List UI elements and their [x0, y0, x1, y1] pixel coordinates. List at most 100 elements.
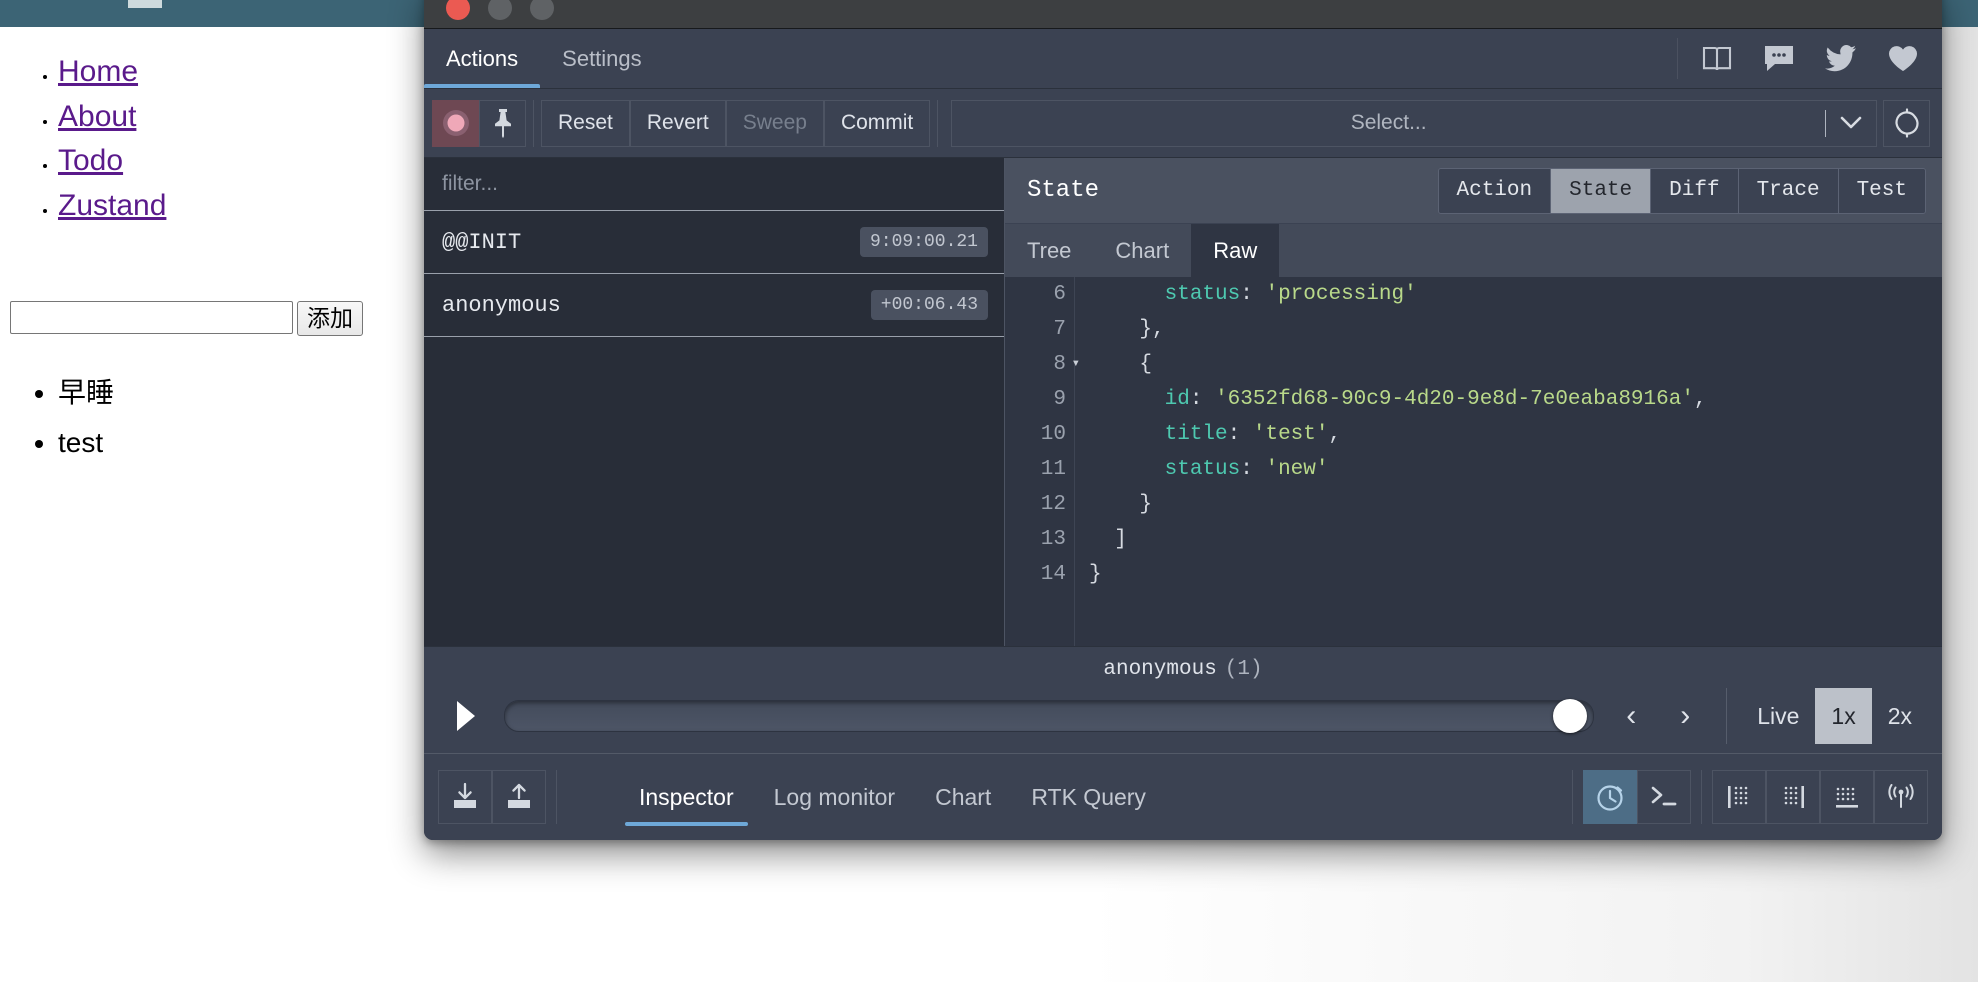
slider-controls-row: ‹ › Live 1x 2x: [424, 687, 1942, 753]
nav-item: Home: [58, 55, 166, 89]
tab-trace[interactable]: Trace: [1738, 168, 1839, 213]
close-window-button[interactable]: [446, 0, 470, 20]
code-token: 'new': [1265, 458, 1329, 481]
tab-actions[interactable]: Actions: [424, 29, 541, 88]
code-token: '6352fd68-90c9-4d20-9e8d-7e0eaba8916a': [1215, 388, 1694, 411]
tab-settings[interactable]: Settings: [540, 29, 664, 88]
code-token: :: [1189, 388, 1216, 411]
monitor-select-value: Select...: [1350, 111, 1427, 134]
prev-action-button[interactable]: ‹: [1604, 693, 1658, 739]
devtools-toolbar: Reset Revert Sweep Commit Select...: [424, 89, 1942, 158]
top-tab-group: Actions Settings: [424, 29, 664, 88]
state-raw-viewer[interactable]: 6 7 8 ▾ 9 10 11 12 13 14 status: 'processing' }, …: [1005, 277, 1942, 646]
subtab-chart[interactable]: Chart: [1093, 224, 1191, 277]
dock-left-icon[interactable]: [1712, 770, 1766, 824]
nav-link-home[interactable]: Home: [58, 55, 138, 88]
line-number-gutter: 6 7 8 ▾ 9 10 11 12 13 14: [1005, 277, 1080, 646]
timer-icon[interactable]: [1583, 770, 1637, 824]
reset-button[interactable]: Reset: [541, 99, 630, 147]
toolbar-separator: [533, 99, 534, 147]
toolbar-separator: [937, 99, 939, 147]
action-name: @@INIT: [442, 229, 522, 255]
revert-button[interactable]: Revert: [629, 99, 726, 147]
minimize-window-button[interactable]: [488, 0, 512, 20]
window-titlebar[interactable]: [424, 0, 1942, 29]
slider-separator: [1726, 688, 1728, 744]
todo-list-item: 早睡: [58, 377, 114, 409]
tab-action[interactable]: Action: [1438, 168, 1552, 213]
code-line: },: [1089, 312, 1942, 347]
play-button[interactable]: [438, 693, 494, 739]
code-token: ,: [1693, 388, 1707, 411]
chevron-down-icon[interactable]: [1826, 116, 1876, 130]
todo-text-input[interactable]: [10, 301, 293, 334]
next-action-button[interactable]: ›: [1658, 693, 1712, 739]
live-button[interactable]: Live: [1741, 688, 1815, 744]
site-nav-list: Home About Todo Zustand: [0, 55, 166, 233]
code-token: title: [1164, 423, 1228, 446]
terminal-icon[interactable]: [1637, 770, 1691, 824]
action-name: anonymous: [442, 292, 561, 318]
code-token: ]: [1089, 528, 1127, 551]
line-number: 11: [1040, 458, 1066, 481]
actions-filter-input[interactable]: filter...: [424, 158, 1004, 211]
subtab-raw[interactable]: Raw: [1191, 224, 1280, 277]
code-token: ,: [1328, 423, 1342, 446]
tab-log-monitor[interactable]: Log monitor: [754, 754, 915, 840]
commit-button[interactable]: Commit: [823, 99, 931, 147]
code-token: id: [1164, 388, 1190, 411]
dock-bottom-icon[interactable]: [1820, 770, 1874, 824]
speed-2x-button[interactable]: 2x: [1872, 688, 1928, 744]
slider-action-label: anonymous (1): [424, 647, 1942, 687]
import-icon[interactable]: [438, 770, 492, 824]
code-line: status: 'new': [1089, 452, 1942, 487]
chat-icon[interactable]: [1748, 39, 1810, 79]
tab-state[interactable]: State: [1551, 168, 1652, 213]
heart-icon[interactable]: [1872, 39, 1934, 79]
add-todo-button[interactable]: 添加: [297, 301, 363, 336]
header-text-fragment: [128, 0, 162, 8]
refresh-button[interactable]: [1883, 99, 1930, 147]
actions-empty-area: [424, 337, 1004, 646]
code-line: }: [1089, 487, 1942, 522]
tab-inspector[interactable]: Inspector: [619, 754, 754, 840]
dock-right-icon[interactable]: [1766, 770, 1820, 824]
time-travel-slider[interactable]: [504, 699, 1595, 733]
twitter-icon[interactable]: [1810, 39, 1872, 79]
bottom-separator: [1701, 770, 1702, 824]
code-token: 'processing': [1265, 283, 1417, 306]
code-token: {: [1089, 353, 1153, 376]
nav-link-about[interactable]: About: [58, 100, 136, 133]
tab-test[interactable]: Test: [1838, 168, 1925, 213]
social-link-group: [1677, 38, 1942, 79]
nav-item: Zustand: [58, 189, 166, 223]
pin-button[interactable]: [479, 99, 526, 147]
nav-link-todo[interactable]: Todo: [58, 144, 123, 177]
tab-rtk-query[interactable]: RTK Query: [1011, 754, 1166, 840]
broadcast-icon[interactable]: [1874, 770, 1928, 824]
subtab-tree[interactable]: Tree: [1005, 224, 1093, 277]
code-line: id: '6352fd68-90c9-4d20-9e8d-7e0eaba8916…: [1089, 382, 1942, 417]
time-travel-slider-bar: anonymous (1) ‹ › Live 1x 2x: [424, 646, 1942, 753]
line-number: 7: [1053, 318, 1066, 341]
devtools-bottom-bar: Inspector Log monitor Chart RTK Query: [424, 753, 1942, 840]
action-row[interactable]: anonymous +00:06.43: [424, 274, 1004, 337]
record-button[interactable]: [432, 99, 479, 147]
export-icon[interactable]: [492, 770, 546, 824]
speed-1x-button[interactable]: 1x: [1815, 688, 1872, 744]
slider-action-name: anonymous: [1103, 657, 1217, 681]
maximize-window-button[interactable]: [530, 0, 554, 20]
bottom-separator: [1572, 770, 1573, 824]
book-icon[interactable]: [1686, 39, 1748, 79]
slider-thumb[interactable]: [1553, 699, 1588, 733]
nav-link-zustand[interactable]: Zustand: [58, 189, 166, 222]
code-token: }: [1089, 563, 1102, 586]
action-row[interactable]: @@INIT 9:09:00.21: [424, 211, 1004, 274]
actions-panel: filter... @@INIT 9:09:00.21 anonymous +0…: [424, 158, 1005, 646]
fold-toggle-icon[interactable]: ▾: [1072, 347, 1080, 382]
monitor-select[interactable]: Select...: [951, 99, 1877, 147]
tab-chart[interactable]: Chart: [915, 754, 1011, 840]
tab-diff[interactable]: Diff: [1651, 168, 1739, 213]
